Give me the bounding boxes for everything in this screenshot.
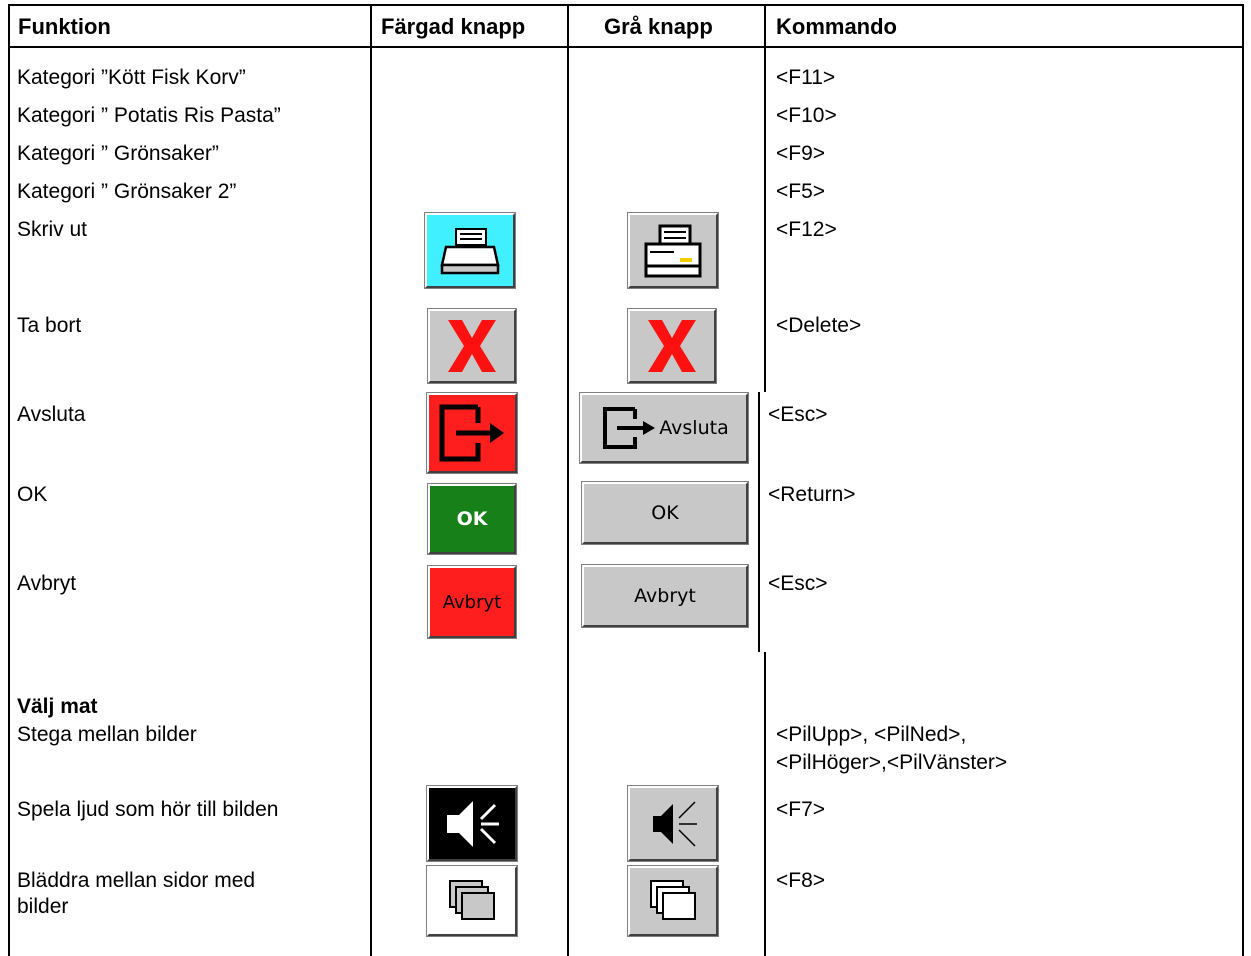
- function-browse-pages-line2: bilder: [17, 895, 69, 918]
- function-exit: Avsluta: [17, 403, 86, 426]
- command-delete: <Delete>: [776, 314, 862, 337]
- command-arrows-line2: <PilHöger>,<PilVänster>: [776, 751, 1008, 774]
- command-f7: <F7>: [776, 798, 826, 821]
- delete-x-icon: [448, 320, 496, 372]
- exit-door-icon: [603, 407, 656, 449]
- table-left-border: [8, 4, 10, 956]
- command-esc-cancel: <Esc>: [768, 572, 828, 595]
- exit-button-gray-label: Avsluta: [659, 417, 729, 439]
- command-f9: <F9>: [776, 142, 826, 165]
- cancel-button-gray-label: Avbryt: [634, 585, 696, 607]
- command-esc-exit: <Esc>: [768, 403, 828, 426]
- function-print: Skriv ut: [17, 218, 88, 241]
- function-vegetables: Kategori ” Grönsaker”: [17, 142, 219, 165]
- cancel-button-colored[interactable]: Avbryt: [428, 566, 516, 638]
- section-choose-food: Välj mat: [17, 695, 98, 718]
- cancel-button-gray[interactable]: Avbryt: [582, 565, 748, 627]
- col-divider-3-lower: [764, 652, 766, 956]
- pages-icon: [449, 880, 495, 920]
- ok-button-colored[interactable]: OK: [428, 484, 516, 554]
- header-colored-button: Färgad knapp: [381, 14, 526, 39]
- printer-icon: [440, 227, 500, 274]
- col-divider-1: [370, 4, 372, 956]
- ok-button-gray-label: OK: [651, 502, 679, 524]
- ok-button-colored-label: OK: [456, 508, 488, 530]
- command-f5: <F5>: [776, 180, 826, 203]
- command-arrows: <PilUpp>, <PilNed>,: [776, 723, 967, 746]
- printer-icon: [644, 224, 702, 277]
- header-function: Funktion: [18, 14, 111, 39]
- function-delete: Ta bort: [17, 314, 82, 337]
- speaker-icon: [447, 800, 499, 847]
- print-button-colored[interactable]: [425, 213, 515, 288]
- header-bottom-border: [8, 46, 1244, 48]
- command-f11: <F11>: [776, 66, 836, 89]
- exit-door-icon: [439, 404, 504, 462]
- exit-button-colored[interactable]: [427, 393, 517, 473]
- col-divider-2: [567, 4, 569, 956]
- pages-button-colored[interactable]: [427, 866, 517, 936]
- cancel-button-colored-label: Avbryt: [442, 591, 502, 613]
- table-top-border: [8, 4, 1244, 6]
- sound-button-gray[interactable]: [628, 786, 718, 861]
- command-f10: <F10>: [776, 104, 837, 127]
- table-right-border: [1242, 4, 1244, 956]
- function-vegetables-2: Kategori ” Grönsaker 2”: [17, 180, 237, 203]
- sound-button-colored[interactable]: [427, 786, 517, 861]
- speaker-icon: [653, 800, 697, 847]
- pages-button-gray[interactable]: [628, 866, 718, 936]
- ok-button-gray[interactable]: OK: [582, 482, 748, 544]
- function-cancel: Avbryt: [17, 572, 77, 595]
- exit-button-gray[interactable]: Avsluta: [580, 393, 748, 463]
- header-command: Kommando: [776, 14, 897, 39]
- command-return: <Return>: [768, 483, 856, 506]
- pages-icon: [650, 880, 696, 920]
- function-step-images: Stega mellan bilder: [17, 723, 197, 746]
- command-f12: <F12>: [776, 218, 837, 241]
- col-divider-3-upper: [764, 4, 766, 392]
- header-gray-button: Grå knapp: [604, 14, 713, 39]
- function-ok: OK: [17, 483, 48, 506]
- function-meat-fish: Kategori ”Kött Fisk Korv”: [17, 66, 246, 89]
- print-button-gray[interactable]: [628, 213, 718, 288]
- delete-button-gray[interactable]: [628, 309, 716, 383]
- col-divider-3-middle: [758, 392, 760, 652]
- delete-button-colored[interactable]: [428, 309, 516, 383]
- function-browse-pages: Bläddra mellan sidor med: [17, 869, 256, 892]
- delete-x-icon: [648, 320, 696, 372]
- command-f8: <F8>: [776, 869, 826, 892]
- function-potato-rice: Kategori ” Potatis Ris Pasta”: [17, 104, 281, 127]
- function-play-sound: Spela ljud som hör till bilden: [17, 798, 279, 821]
